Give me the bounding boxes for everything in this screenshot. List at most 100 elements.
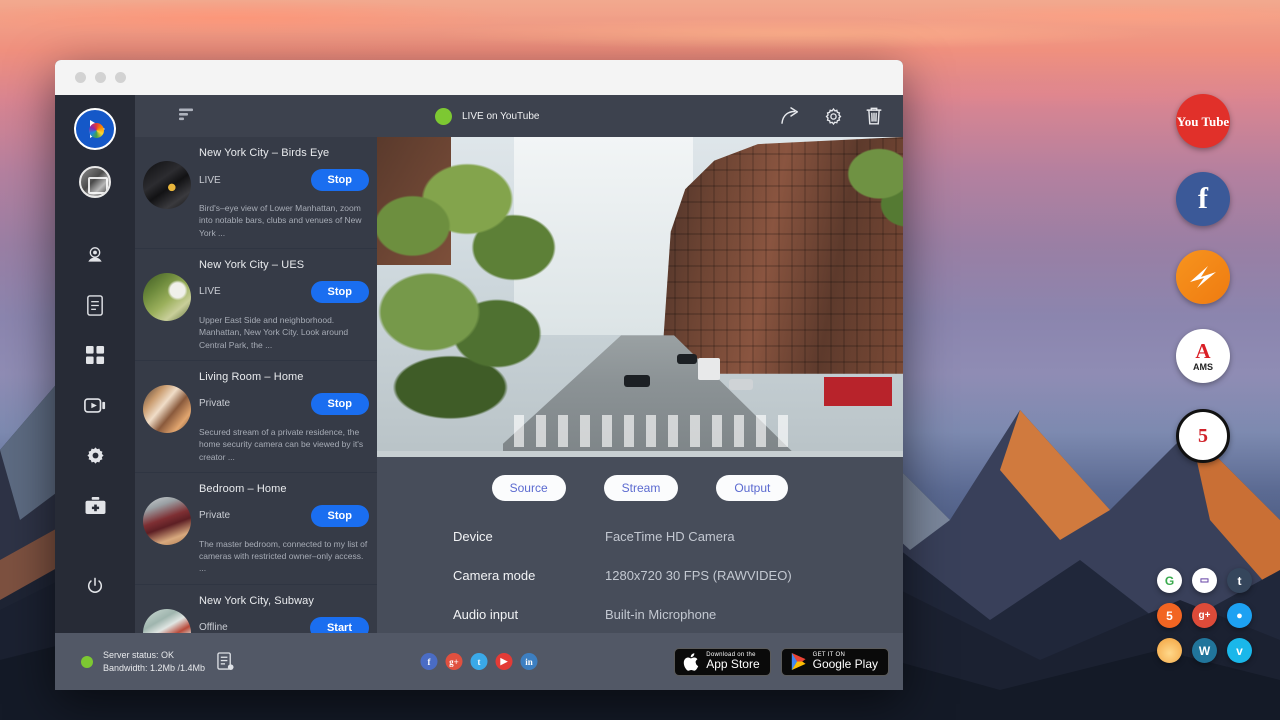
camera-status: Private (199, 398, 230, 409)
settings-tabs: Source Stream Output (377, 457, 903, 515)
twitter-icon[interactable]: t (471, 653, 488, 670)
camera-list-item[interactable]: New York City – Birds Eye LIVE Stop Bird… (135, 137, 377, 249)
desktop-icon-facebook[interactable]: f (1176, 172, 1230, 226)
app-store-badge[interactable]: Download on the App Store (674, 648, 770, 676)
camera-title: New York City – Birds Eye (199, 147, 369, 159)
camera-title: New York City – UES (199, 259, 369, 271)
desktop-icon-vimeo[interactable]: v (1227, 638, 1252, 663)
device-value[interactable]: FaceTime HD Camera (605, 529, 735, 544)
sidebar-item-device[interactable] (72, 282, 118, 328)
main-toolbar: LIVE on YouTube (377, 95, 903, 137)
facebook-icon[interactable]: f (421, 653, 438, 670)
desktop-icon-wordpress[interactable]: W (1192, 638, 1217, 663)
ams-label: AMS (1193, 363, 1213, 372)
camera-list-scroll[interactable]: New York City – Birds Eye LIVE Stop Bird… (135, 137, 377, 633)
app-window: New York City – Birds Eye LIVE Stop Bird… (55, 60, 903, 690)
gear-icon[interactable] (824, 107, 843, 126)
desktop-icon-lightning[interactable] (1176, 250, 1230, 304)
camera-thumbnail (143, 161, 191, 209)
share-icon[interactable] (780, 107, 802, 125)
desktop-icon-tumblr[interactable]: t (1227, 568, 1252, 593)
video-preview[interactable] (377, 137, 903, 457)
trash-icon[interactable] (865, 106, 883, 126)
camera-title: Living Room – Home (199, 371, 369, 383)
sidebar-item-power[interactable] (72, 563, 118, 609)
camera-list-item[interactable]: New York City – UES LIVE Stop Upper East… (135, 249, 377, 361)
source-info: Device FaceTime HD Camera Camera mode 12… (377, 515, 903, 646)
camera-title: New York City, Subway (199, 595, 369, 607)
video-icon (84, 397, 106, 414)
user-avatar[interactable] (79, 166, 111, 198)
camera-thumbnail (143, 497, 191, 545)
store-badges: Download on the App Store GET IT ON Goog… (674, 648, 889, 676)
camera-list-item[interactable]: New York City, Subway Offline Start New … (135, 585, 377, 633)
audio-input-value[interactable]: Built-in Microphone (605, 607, 716, 622)
app-logo[interactable] (74, 108, 116, 150)
camera-thumbnail (143, 609, 191, 633)
log-document-icon[interactable] (217, 652, 234, 671)
desktop-icon-adobe-ams[interactable]: A AMS (1176, 329, 1230, 383)
server-status-text: Server status: OK (103, 650, 174, 660)
camera-icon (85, 245, 105, 265)
youtube-icon[interactable]: ▶ (496, 653, 513, 670)
camera-mode-value[interactable]: 1280x720 30 FPS (RAWVIDEO) (605, 568, 792, 583)
sidebar-item-settings[interactable] (72, 432, 118, 478)
camera-status: Offline (199, 622, 228, 633)
sort-icon[interactable] (178, 106, 194, 127)
info-row-audio-input: Audio input Built-in Microphone (453, 607, 903, 622)
live-label: LIVE on YouTube (462, 111, 539, 122)
linkedin-icon[interactable]: in (521, 653, 538, 670)
window-titlebar (55, 60, 903, 95)
google-play-main: Google Play (813, 658, 878, 671)
grid-icon (86, 346, 105, 365)
camera-action-button[interactable]: Stop (311, 169, 369, 191)
tab-output[interactable]: Output (716, 475, 788, 501)
camera-title: Bedroom – Home (199, 483, 369, 495)
window-minimize-button[interactable] (95, 72, 106, 83)
camera-status: LIVE (199, 175, 221, 186)
google-play-badge[interactable]: GET IT ON Google Play (781, 648, 889, 676)
window-maximize-button[interactable] (115, 72, 126, 83)
camera-action-button[interactable]: Stop (311, 505, 369, 527)
lightning-icon (1186, 260, 1220, 294)
camera-description: Secured stream of a private residence, t… (199, 426, 369, 463)
desktop-icon-twitter[interactable]: ● (1227, 603, 1252, 628)
tab-source[interactable]: Source (492, 475, 566, 501)
video-foreground-strip (377, 451, 903, 457)
window-close-button[interactable] (75, 72, 86, 83)
desktop-icon-target-five[interactable]: 5 (1176, 409, 1230, 463)
camera-description: Bird's–eye view of Lower Manhattan, zoom… (199, 202, 369, 239)
info-row-device: Device FaceTime HD Camera (453, 529, 903, 544)
camera-list-item[interactable]: Living Room – Home Private Stop Secured … (135, 361, 377, 473)
sidebar-item-grid[interactable] (72, 332, 118, 378)
googleplus-icon[interactable]: g+ (446, 653, 463, 670)
status-indicator-dot (81, 656, 93, 668)
desktop-icon-youtube[interactable]: You Tube (1176, 94, 1230, 148)
desktop-icon-groupon[interactable]: G (1157, 568, 1182, 593)
camera-action-button[interactable]: Stop (311, 393, 369, 415)
desktop-icon-five[interactable]: 5 (1157, 603, 1182, 628)
camera-action-button[interactable]: Start (310, 617, 369, 633)
device-label: Device (453, 529, 605, 544)
camera-mode-label: Camera mode (453, 568, 605, 583)
video-car (729, 379, 753, 390)
desktop-icon-twitch[interactable]: ▭ (1192, 568, 1217, 593)
device-icon (86, 295, 104, 316)
google-play-icon (790, 652, 807, 671)
power-icon (86, 577, 104, 595)
sidebar-item-video[interactable] (72, 382, 118, 428)
info-row-camera-mode: Camera mode 1280x720 30 FPS (RAWVIDEO) (453, 568, 903, 583)
sidebar-item-toolkit[interactable] (72, 482, 118, 528)
sidebar-item-camera[interactable] (72, 232, 118, 278)
status-footer: Server status: OK Bandwidth: 1.2Mb /1.4M… (55, 633, 903, 690)
desktop-icon-googleplus[interactable]: g+ (1192, 603, 1217, 628)
settings-icon (86, 446, 105, 465)
toolkit-icon (85, 496, 106, 515)
main-panel: LIVE on YouTube (377, 95, 903, 633)
tab-stream[interactable]: Stream (604, 475, 679, 501)
camera-action-button[interactable]: Stop (311, 281, 369, 303)
camera-description: The master bedroom, connected to my list… (199, 538, 369, 575)
desktop-icon-sunrise[interactable] (1157, 638, 1182, 663)
camera-list-item[interactable]: Bedroom – Home Private Stop The master b… (135, 473, 377, 585)
camera-list-panel: New York City – Birds Eye LIVE Stop Bird… (135, 95, 377, 633)
